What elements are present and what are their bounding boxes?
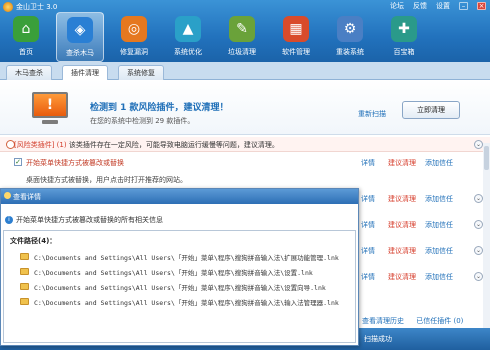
settings-link[interactable]: 设置 (436, 1, 450, 11)
add-trust-link[interactable]: 添加信任 (425, 272, 453, 282)
scrollbar-thumb[interactable] (484, 146, 489, 170)
folder-icon (20, 268, 29, 275)
detail-link[interactable]: 详情 (361, 194, 375, 204)
detail-link[interactable]: 详情 (361, 246, 375, 256)
file-path-box: 文件路径(4)： C:\Documents and Settings\All U… (3, 230, 356, 343)
dialog-info: i 开始菜单快捷方式被篡改或替换的所有相关信息 (5, 215, 163, 225)
trusted-plugins-link[interactable]: 已信任插件 (0) (416, 317, 463, 325)
app-logo-icon (4, 192, 11, 199)
suggest-clean-link[interactable]: 建议清理 (388, 220, 416, 230)
risk-category-text: [风险类插件] (1) 该类插件存在一定风险，可能导致电脑运行缓慢等问题，建议清… (14, 141, 279, 149)
app-header: 金山卫士 3.0 论坛 反馈 设置 – × ⌂ 首页 ◈ 查杀木马 ◎ 修复漏洞… (0, 0, 490, 62)
minimize-icon[interactable]: – (459, 2, 468, 10)
detail-link[interactable]: 详情 (361, 272, 375, 282)
plugin-desc-row: 桌面快捷方式被替换，用户点击时打开推荐的网站。 (0, 173, 490, 187)
detail-dialog: 查看详情 i 开始菜单快捷方式被篡改或替换的所有相关信息 文件路径(4)： C:\… (0, 188, 359, 346)
close-icon[interactable]: × (477, 2, 486, 10)
home-icon: ⌂ (13, 16, 39, 42)
detail-link[interactable]: 详情 (361, 158, 375, 168)
broom-icon: ✎ (229, 16, 255, 42)
gear-icon: ⚙ (337, 16, 363, 42)
scan-summary: ! 检测到 1 款风险插件，建议清理！ 在您的系统中检测到 29 款插件。 重新… (0, 80, 490, 135)
shield-icon: ◈ (67, 17, 93, 43)
dialog-title: 查看详情 (13, 193, 41, 201)
tool-toolbox[interactable]: ✚ 百宝箱 (380, 12, 428, 62)
add-trust-link[interactable]: 添加信任 (425, 194, 453, 204)
tool-junk-clean[interactable]: ✎ 垃圾清理 (218, 12, 266, 62)
folder-icon (20, 283, 29, 290)
tool-system-optimize[interactable]: ▲ 系统优化 (164, 12, 212, 62)
tab-trojan-scan[interactable]: 木马查杀 (6, 65, 52, 80)
tab-plugin-clean[interactable]: 插件清理 (62, 65, 108, 81)
status-text: 扫描成功 (364, 335, 392, 343)
tool-reinstall-system[interactable]: ⚙ 重装系统 (326, 12, 374, 62)
sub-tabs: 木马查杀 插件清理 系统修复 (0, 62, 490, 81)
apps-icon: ▦ (283, 16, 309, 42)
suggest-clean-link[interactable]: 建议清理 (388, 158, 416, 168)
feedback-link[interactable]: 反馈 (413, 1, 427, 11)
tool-software-manager[interactable]: ▦ 软件管理 (272, 12, 320, 62)
suggest-clean-link[interactable]: 建议清理 (388, 194, 416, 204)
app-title: 金山卫士 3.0 (16, 3, 58, 11)
add-trust-link[interactable]: 添加信任 (425, 246, 453, 256)
main-toolbar: ⌂ 首页 ◈ 查杀木马 ◎ 修复漏洞 ▲ 系统优化 ✎ 垃圾清理 ▦ 软件管理 … (0, 12, 490, 62)
chevron-down-icon[interactable]: ⌄ (474, 220, 483, 229)
plugin-description: 桌面快捷方式被替换，用户点击时打开推荐的网站。 (26, 176, 187, 184)
warning-monitor-icon: ! (32, 92, 68, 118)
plugin-checkbox[interactable]: ✓ (14, 158, 22, 166)
plugin-name: 开始菜单快捷方式被篡改或替换 (26, 159, 124, 167)
clean-now-button[interactable]: 立即清理 (402, 101, 460, 119)
tool-trojan-scan[interactable]: ◈ 查杀木马 (56, 12, 104, 62)
info-icon: i (5, 216, 13, 224)
chevron-down-icon[interactable]: ⌄ (474, 246, 483, 255)
scan-headline: 检测到 1 款风险插件，建议清理！ (90, 103, 229, 113)
add-trust-link[interactable]: 添加信任 (425, 220, 453, 230)
chevron-down-icon[interactable]: ⌄ (474, 140, 483, 149)
scrollbar-track[interactable] (483, 143, 490, 335)
forum-link[interactable]: 论坛 (390, 1, 404, 11)
suggest-clean-link[interactable]: 建议清理 (388, 246, 416, 256)
plugin-row: ✓ 开始菜单快捷方式被篡改或替换 详情 建议清理 添加信任 (0, 155, 490, 169)
chevron-down-icon[interactable]: ⌄ (474, 272, 483, 281)
rocket-icon: ▲ (175, 16, 201, 42)
clean-history-link[interactable]: 查看清理历史 (362, 317, 404, 325)
folder-icon (20, 253, 29, 260)
toolbox-icon: ✚ (391, 16, 417, 42)
chevron-down-icon[interactable]: ⌄ (474, 194, 483, 203)
risk-category-header[interactable]: [风险类插件] (1) 该类插件存在一定风险，可能导致电脑运行缓慢等问题，建议清… (0, 137, 490, 152)
dialog-titlebar[interactable]: 查看详情 (1, 189, 358, 204)
file-path-header: 文件路径(4)： (10, 237, 57, 245)
patch-icon: ◎ (121, 16, 147, 42)
footer-links: 查看清理历史 已信任插件 (0) (362, 316, 473, 326)
top-right-menu: 论坛 反馈 设置 – × (390, 1, 486, 11)
app-logo-icon (3, 2, 13, 12)
suggest-clean-link[interactable]: 建议清理 (388, 272, 416, 282)
add-trust-link[interactable]: 添加信任 (425, 158, 453, 168)
tool-fix-vulnerability[interactable]: ◎ 修复漏洞 (110, 12, 158, 62)
tab-system-repair[interactable]: 系统修复 (118, 65, 164, 80)
scan-subline: 在您的系统中检测到 29 款插件。 (90, 117, 195, 125)
tool-home[interactable]: ⌂ 首页 (2, 12, 50, 62)
rescan-link[interactable]: 重新扫描 (358, 109, 386, 119)
monitor-stand (42, 120, 58, 124)
detail-link[interactable]: 详情 (361, 220, 375, 230)
folder-icon (20, 298, 29, 305)
